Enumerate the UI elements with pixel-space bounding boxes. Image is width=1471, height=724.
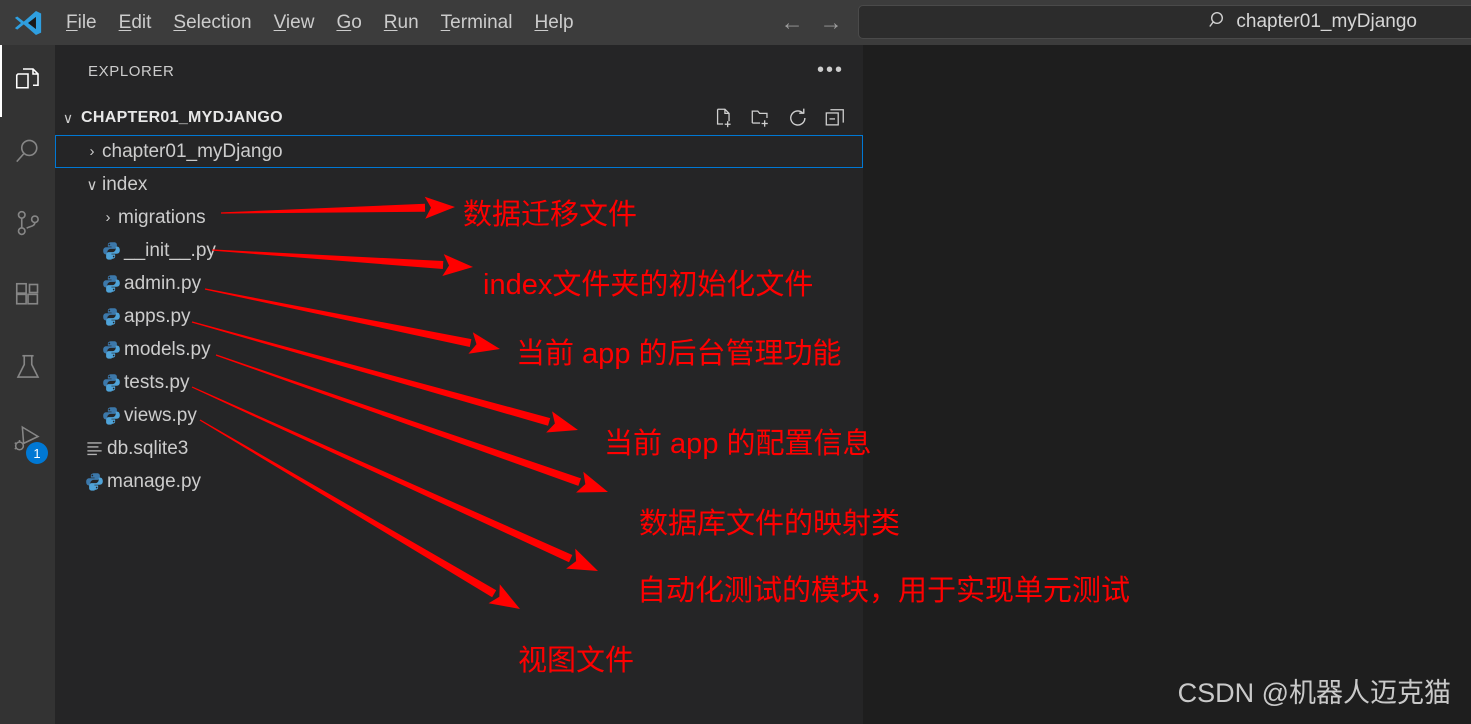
debug-badge-count: 1 [26, 442, 48, 464]
search-icon [13, 136, 43, 171]
tree-label: models.py [124, 338, 211, 360]
menu-mnemonic: R [383, 12, 398, 33]
chevron-down-icon: ∨ [62, 109, 74, 126]
menu-mnemonic: H [534, 12, 549, 33]
tree-row-views-py[interactable]: views.py [55, 399, 863, 432]
tree-row-migrations[interactable]: › migrations [55, 201, 863, 234]
tree-row-manage-py[interactable]: manage.py [55, 465, 863, 498]
chevron-down-icon: ∨ [86, 176, 98, 194]
python-icon [98, 241, 124, 260]
explorer-sidebar: EXPLORER ••• ∨ CHAPTER01_MYDJANGO › chap… [55, 45, 863, 724]
menu-rest: un [397, 12, 419, 33]
menu-mnemonic: S [173, 12, 187, 33]
activity-bar: 1 [0, 45, 55, 724]
chevron-right-icon: › [105, 209, 111, 226]
tree-row-db-sqlite3[interactable]: db.sqlite3 [55, 432, 863, 465]
menu-item-selection[interactable]: Selection [162, 0, 262, 45]
activity-item-extensions[interactable] [0, 261, 55, 333]
extensions-icon [13, 280, 43, 315]
chevron-right-icon: › [89, 143, 95, 160]
menu-item-run[interactable]: Run [373, 0, 430, 45]
python-icon [98, 406, 124, 425]
activity-item-testing[interactable] [0, 333, 55, 405]
activity-item-source-control[interactable] [0, 189, 55, 261]
activity-item-search[interactable] [0, 117, 55, 189]
go-forward-icon[interactable]: → [820, 11, 843, 34]
new-folder-icon[interactable] [750, 107, 772, 129]
file-tree: › chapter01_myDjango ∨ index › migration… [55, 135, 863, 498]
menu-rest: ile [77, 12, 97, 33]
menu-item-view[interactable]: View [263, 0, 326, 45]
tree-row-models-py[interactable]: models.py [55, 333, 863, 366]
python-icon [98, 274, 124, 293]
menu-rest: elp [548, 12, 574, 33]
explorer-actions [713, 103, 846, 133]
menu-mnemonic: G [336, 12, 352, 33]
menu-mnemonic: T [440, 12, 451, 33]
search-value: chapter01_myDjango [1236, 11, 1417, 32]
command-center-search[interactable]: chapter01_myDjango [858, 5, 1471, 39]
tree-row-tests-py[interactable]: tests.py [55, 366, 863, 399]
new-file-icon[interactable] [713, 107, 735, 129]
menu-item-terminal[interactable]: Terminal [430, 0, 524, 45]
menu-item-help[interactable]: Help [523, 0, 584, 45]
menu-rest: erminal [450, 12, 513, 33]
menu-mnemonic: V [273, 12, 286, 33]
files-icon [13, 64, 43, 99]
workspace-name: CHAPTER01_MYDJANGO [81, 109, 283, 126]
menu-mnemonic: E [118, 12, 132, 33]
go-back-icon[interactable]: ← [781, 11, 804, 34]
menu-rest: dit [131, 12, 152, 33]
tree-label: apps.py [124, 305, 191, 327]
refresh-icon[interactable] [787, 107, 809, 129]
python-icon [81, 472, 107, 491]
tree-row-admin-py[interactable]: admin.py [55, 267, 863, 300]
collapse-all-icon[interactable] [824, 107, 846, 129]
tree-label: admin.py [124, 272, 202, 294]
explorer-title: EXPLORER [88, 63, 175, 80]
menu-rest: o [351, 12, 362, 33]
menu-mnemonic: F [66, 12, 78, 33]
menu-bar: File Edit Selection View Go Run Terminal… [55, 0, 585, 45]
csdn-watermark: CSDN @机器人迈克猫 [1177, 678, 1451, 708]
tree-label: index [102, 173, 148, 195]
tree-label: manage.py [107, 470, 202, 492]
python-icon [98, 340, 124, 359]
vscode-logo-icon [0, 0, 55, 45]
python-icon [98, 307, 124, 326]
navigation-buttons: ← → [781, 11, 843, 34]
menu-item-go[interactable]: Go [325, 0, 372, 45]
menu-item-file[interactable]: File [55, 0, 108, 45]
menu-item-edit[interactable]: Edit [108, 0, 163, 45]
tree-label: chapter01_myDjango [102, 140, 283, 162]
tree-row-apps-py[interactable]: apps.py [55, 300, 863, 333]
tree-label: migrations [118, 206, 206, 228]
title-bar: File Edit Selection View Go Run Terminal… [0, 0, 1471, 45]
menu-rest: election [186, 12, 252, 33]
explorer-more-actions-icon[interactable]: ••• [817, 60, 844, 80]
vscode-window: File Edit Selection View Go Run Terminal… [0, 0, 1471, 724]
tree-label: views.py [124, 404, 197, 426]
search-icon [1208, 10, 1228, 35]
activity-item-run-and-debug[interactable]: 1 [0, 405, 55, 477]
tree-row-index[interactable]: ∨ index [55, 168, 863, 201]
python-icon [98, 373, 124, 392]
tree-label: tests.py [124, 371, 190, 393]
activity-item-explorer[interactable] [0, 45, 55, 117]
menu-rest: iew [285, 12, 315, 33]
tree-row-init-py[interactable]: __init__.py [55, 234, 863, 267]
tree-row-chapter01-mydjango[interactable]: › chapter01_myDjango [55, 135, 863, 168]
tree-label: db.sqlite3 [107, 437, 189, 459]
tree-label: __init__.py [124, 239, 216, 261]
database-icon [81, 439, 107, 458]
source-control-icon [13, 208, 43, 243]
beaker-icon [13, 352, 43, 387]
